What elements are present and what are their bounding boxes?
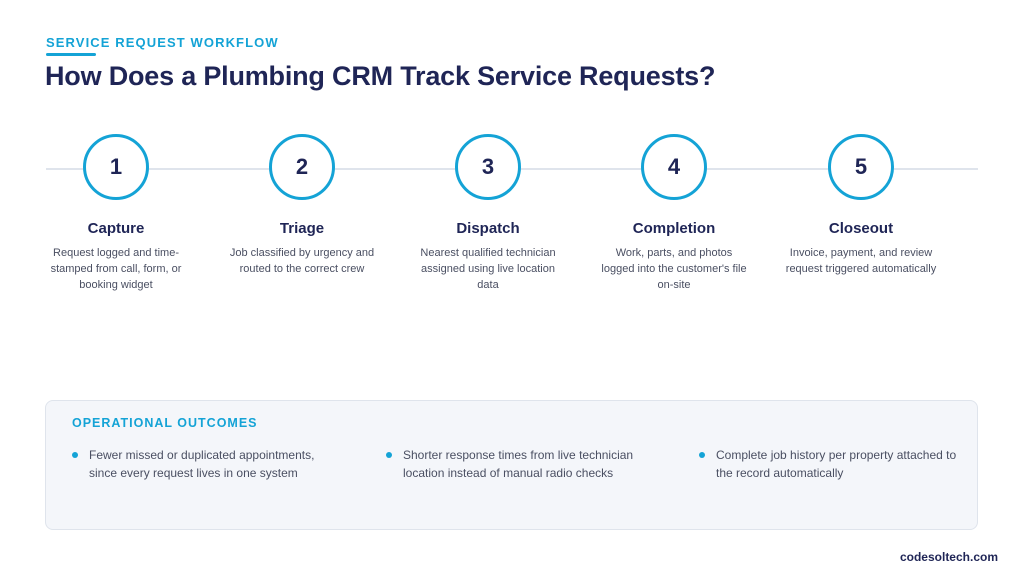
outcome-text: Shorter response times from live technic… (403, 448, 634, 480)
step-description: Job classified by urgency and routed to … (229, 247, 375, 275)
eyebrow-label: SERVICE REQUEST WORKFLOW (46, 35, 279, 50)
outcome-text: Complete job history per property attach… (716, 448, 957, 480)
step-number-circle: 2 (269, 134, 335, 200)
outcome-text: Fewer missed or duplicated appointments,… (89, 448, 315, 480)
step-description: Invoice, payment, and review request tri… (785, 247, 937, 275)
step-description: Nearest qualified technician assigned us… (420, 247, 556, 291)
step-number-circle: 5 (828, 134, 894, 200)
outcomes-panel: OPERATIONAL OUTCOMES Fewer missed or dup… (45, 400, 978, 530)
step-description: Request logged and time-stamped from cal… (50, 247, 182, 291)
page-title: How Does a Plumbing CRM Track Service Re… (45, 61, 716, 91)
step-number-circle: 4 (641, 134, 707, 200)
step-title: Closeout (828, 220, 894, 237)
bullet-dot-icon (72, 452, 78, 458)
step-title: Triage (279, 220, 325, 237)
eyebrow-underline (46, 53, 96, 56)
outcome-item: Shorter response times from live technic… (386, 446, 656, 482)
bullet-dot-icon (386, 452, 392, 458)
outcomes-heading: OPERATIONAL OUTCOMES (72, 416, 258, 430)
step-description: Work, parts, and photos logged into the … (601, 247, 747, 291)
footer-brand: codesoltech.com (899, 550, 998, 564)
step-number-circle: 1 (83, 134, 149, 200)
step-closeout: 5 Closeout Invoice, payment, and review … (771, 134, 951, 277)
step-title: Completion (632, 220, 716, 237)
step-title: Capture (87, 220, 145, 237)
outcome-item: Complete job history per property attach… (699, 446, 969, 482)
step-completion: 4 Completion Work, parts, and photos log… (584, 134, 764, 293)
outcome-item: Fewer missed or duplicated appointments,… (72, 446, 342, 482)
step-title: Dispatch (456, 220, 520, 237)
step-capture: 1 Capture Request logged and time-stampe… (26, 134, 206, 293)
step-triage: 2 Triage Job classified by urgency and r… (212, 134, 392, 277)
step-dispatch: 3 Dispatch Nearest qualified technician … (398, 134, 578, 293)
step-number-circle: 3 (455, 134, 521, 200)
bullet-dot-icon (699, 452, 705, 458)
